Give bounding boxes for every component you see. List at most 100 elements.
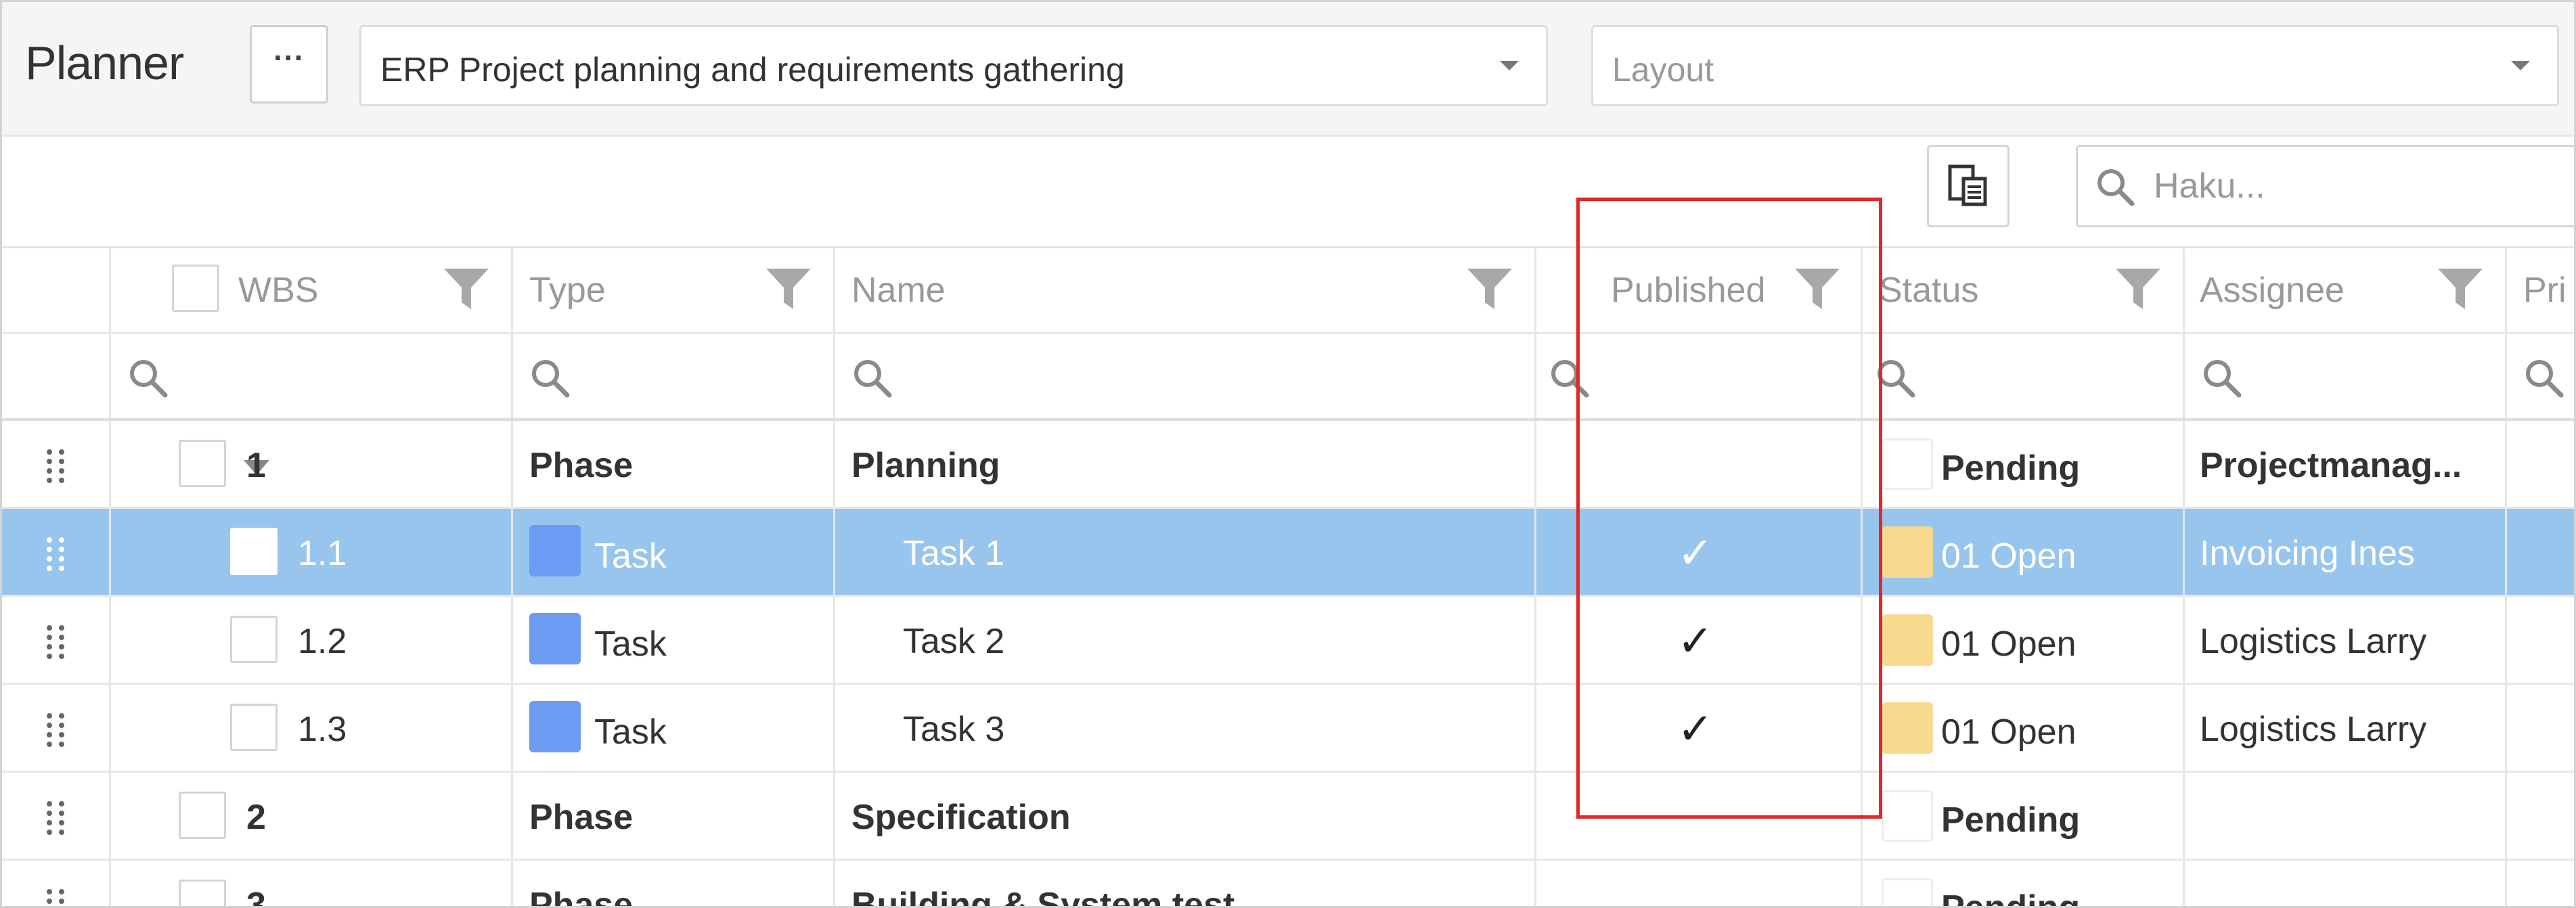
table-row[interactable]: 1 Phase Planning Pending Projectmanag... — [2, 421, 2574, 509]
filter-cell-type[interactable] — [513, 334, 835, 418]
row-checkbox[interactable] — [230, 704, 277, 751]
search-icon — [854, 360, 892, 398]
type-value: Task — [594, 625, 667, 664]
status-cell[interactable]: Pending — [1863, 773, 2185, 859]
status-cell[interactable]: Pending — [1863, 421, 2185, 507]
table-row[interactable]: 3 Phase Building & System test Pending — [2, 861, 2574, 908]
assignee-value: Projectmanag... — [2200, 446, 2462, 485]
priority-cell — [2507, 421, 2574, 507]
column-header-label: Assignee — [2200, 271, 2345, 310]
filter-cell-wbs[interactable] — [111, 334, 513, 418]
status-cell[interactable]: 01 Open — [1863, 685, 2185, 771]
filter-cell-priority[interactable] — [2507, 334, 2574, 418]
table-row[interactable]: 1.3 Task Task 3 ✓ 01 Open Logistics Larr… — [2, 685, 2574, 773]
assignee-cell[interactable]: Invoicing Ines — [2185, 509, 2507, 595]
status-color-swatch — [1882, 790, 1933, 842]
column-header-priority[interactable]: Pri — [2507, 248, 2574, 332]
assignee-cell[interactable]: Logistics Larry — [2185, 685, 2507, 771]
filter-cell-name[interactable] — [835, 334, 1536, 418]
type-color-swatch — [529, 613, 581, 664]
row-checkbox[interactable] — [230, 616, 277, 663]
drag-handle-icon[interactable] — [44, 624, 68, 659]
app-title: Planner — [25, 37, 184, 89]
drag-cell[interactable] — [2, 509, 111, 595]
header-bar: Planner ··· ERP Project planning and req… — [2, 2, 2574, 137]
filter-cell-status[interactable] — [1863, 334, 2185, 418]
planner-window: Planner ··· ERP Project planning and req… — [0, 0, 2576, 908]
drag-handle-icon[interactable] — [44, 448, 68, 483]
assignee-cell[interactable]: Projectmanag... — [2185, 421, 2507, 507]
type-value: Task — [594, 537, 667, 576]
name-value: Task 2 — [903, 622, 1005, 661]
name-cell[interactable]: Specification — [835, 773, 1536, 859]
type-cell: Task — [513, 597, 835, 683]
name-cell[interactable]: Task 1 — [835, 509, 1536, 595]
type-value: Phase — [529, 886, 634, 908]
drag-handle-icon[interactable] — [44, 888, 68, 908]
name-cell[interactable]: Task 3 — [835, 685, 1536, 771]
assignee-cell[interactable] — [2185, 861, 2507, 906]
status-cell[interactable]: 01 Open — [1863, 509, 2185, 595]
wbs-value: 1 — [246, 446, 266, 485]
name-value: Specification — [851, 798, 1071, 837]
name-cell[interactable]: Planning — [835, 421, 1536, 507]
filter-icon[interactable] — [1466, 267, 1513, 312]
wbs-value: 3 — [246, 886, 266, 908]
drag-cell[interactable] — [2, 685, 111, 771]
grid-search-box[interactable] — [2076, 145, 2574, 227]
table-row-selected[interactable]: 1.1 Task Task 1 ✓ 01 Open Invoicing Ines — [2, 509, 2574, 597]
name-cell[interactable]: Task 2 — [835, 597, 1536, 683]
column-header-label: Name — [851, 271, 946, 310]
row-checkbox[interactable] — [230, 528, 277, 575]
more-options-button[interactable]: ··· — [250, 25, 328, 104]
column-header-wbs[interactable]: WBS — [111, 248, 513, 332]
type-cell: Phase — [513, 773, 835, 859]
name-value: Task 1 — [903, 534, 1005, 573]
type-cell: Phase — [513, 421, 835, 507]
select-all-checkbox[interactable] — [172, 265, 219, 312]
filter-icon[interactable] — [2114, 267, 2162, 312]
priority-cell — [2507, 685, 2574, 771]
grid-toolbar — [2, 137, 2574, 248]
drag-cell[interactable] — [2, 421, 111, 507]
drag-handle-icon[interactable] — [44, 712, 68, 747]
priority-cell — [2507, 773, 2574, 859]
column-header-row: WBS Type Name Published Status Assignee — [2, 248, 2574, 334]
status-value: Pending — [1941, 888, 2081, 908]
column-header-assignee[interactable]: Assignee — [2185, 248, 2507, 332]
column-header-label: Pri — [2523, 271, 2567, 310]
column-header-name[interactable]: Name — [835, 248, 1536, 332]
filter-cell-assignee[interactable] — [2185, 334, 2507, 418]
filter-icon[interactable] — [765, 267, 812, 312]
filter-icon[interactable] — [2437, 267, 2484, 312]
chevron-down-icon — [2511, 61, 2530, 70]
column-header-type[interactable]: Type — [513, 248, 835, 332]
drag-cell[interactable] — [2, 861, 111, 908]
chevron-down-icon — [1500, 61, 1519, 70]
export-button[interactable] — [1927, 145, 2009, 227]
row-checkbox[interactable] — [179, 792, 226, 839]
status-cell[interactable]: 01 Open — [1863, 597, 2185, 683]
status-cell[interactable]: Pending — [1863, 861, 2185, 908]
status-color-swatch — [1882, 526, 1933, 578]
drag-cell[interactable] — [2, 773, 111, 859]
assignee-value: Invoicing Ines — [2200, 534, 2415, 573]
column-header-status[interactable]: Status — [1863, 248, 2185, 332]
project-select[interactable]: ERP Project planning and requirements ga… — [359, 25, 1548, 106]
row-checkbox[interactable] — [179, 440, 226, 487]
assignee-cell[interactable] — [2185, 773, 2507, 859]
drag-handle-icon[interactable] — [44, 800, 68, 835]
filter-icon[interactable] — [443, 267, 490, 312]
table-row[interactable]: 1.2 Task Task 2 ✓ 01 Open Logistics Larr… — [2, 597, 2574, 685]
assignee-value: Logistics Larry — [2200, 622, 2427, 661]
grid-search-input[interactable] — [2152, 162, 2561, 210]
type-value: Task — [594, 712, 667, 752]
drag-cell[interactable] — [2, 597, 111, 683]
name-cell[interactable]: Building & System test — [835, 861, 1536, 906]
drag-filter-cell — [2, 334, 111, 418]
table-row[interactable]: 2 Phase Specification Pending — [2, 773, 2574, 861]
assignee-cell[interactable]: Logistics Larry — [2185, 597, 2507, 683]
row-checkbox[interactable] — [179, 880, 226, 906]
layout-select[interactable]: Layout — [1591, 25, 2559, 106]
drag-handle-icon[interactable] — [44, 536, 68, 571]
